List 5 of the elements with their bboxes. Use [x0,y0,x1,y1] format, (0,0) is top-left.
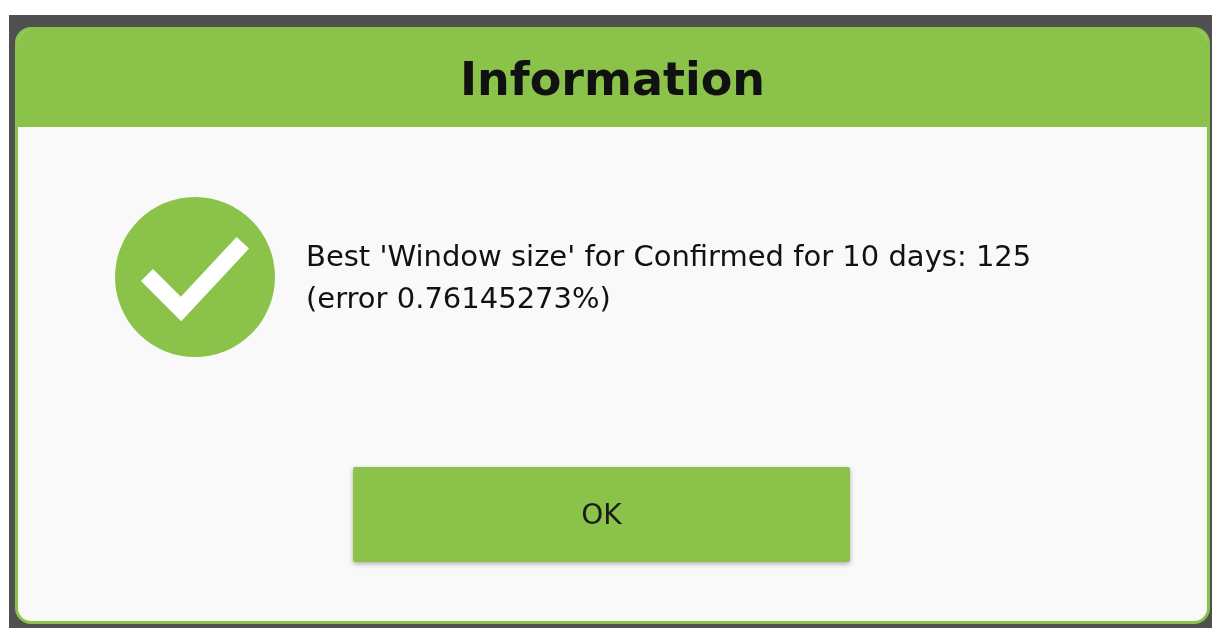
ok-button[interactable]: OK [353,467,850,562]
message-text: Best 'Window size' for Confirmed for 10 days: 125 [306,238,1032,275]
checkmark-icon [115,197,275,357]
dialog-title: Information [459,51,766,106]
message-text: (error 0.76145273%) [306,280,612,317]
